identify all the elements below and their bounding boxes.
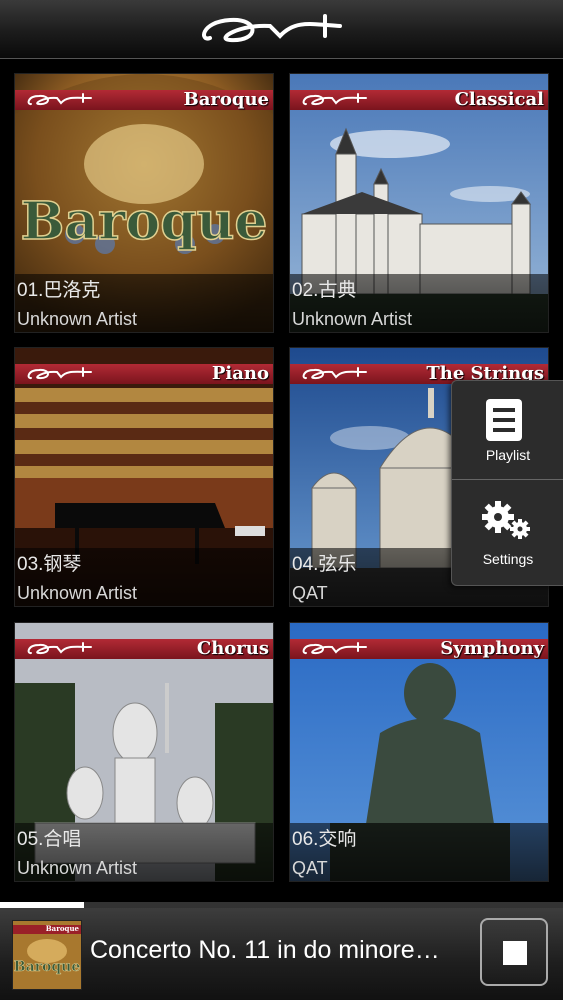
qat-logo-icon	[27, 367, 92, 380]
playlist-icon	[486, 399, 522, 441]
stop-button[interactable]	[480, 918, 548, 986]
tile-caption: 06.交响 QAT	[290, 823, 548, 881]
playlist-button[interactable]: Playlist	[452, 381, 563, 481]
album-artist: Unknown Artist	[17, 309, 138, 329]
app-header	[0, 0, 563, 59]
album-title: 04.弦乐	[292, 554, 357, 575]
album-title: 06.交响	[292, 829, 357, 850]
tile-caption: 03.钢琴 Unknown Artist	[15, 548, 273, 606]
album-artist: Unknown Artist	[292, 309, 413, 329]
album-artist: QAT	[292, 858, 328, 878]
svg-text:Baroque: Baroque	[14, 959, 81, 975]
settings-button[interactable]: Settings	[452, 481, 563, 581]
album-tile-symphony[interactable]: Symphony 06.交响 QAT	[290, 623, 548, 881]
qat-logo-icon	[302, 642, 367, 655]
genre-label: Piano	[211, 363, 269, 384]
album-title: 03.钢琴	[17, 554, 82, 575]
playlist-label: Playlist	[485, 447, 531, 463]
genre-banner: Symphony	[290, 638, 548, 659]
svg-text:Baroque: Baroque	[21, 191, 268, 252]
genre-banner: Chorus	[15, 638, 273, 659]
qat-logo-icon	[27, 642, 92, 655]
album-title: 01.巴洛克	[17, 280, 101, 301]
tile-caption: 05.合唱 Unknown Artist	[15, 823, 273, 881]
now-playing-artwork: Baroque Baroque	[12, 920, 82, 990]
stop-icon	[503, 941, 527, 965]
album-tile-piano[interactable]: Piano 03.钢琴 Unknown Artist	[15, 348, 273, 606]
album-artist: Unknown Artist	[17, 583, 138, 603]
genre-label: Baroque	[183, 89, 270, 110]
genre-label: Classical	[454, 89, 544, 110]
album-title: 02.古典	[292, 280, 357, 301]
settings-label: Settings	[482, 551, 534, 567]
thumb-genre-label: Baroque	[45, 924, 79, 933]
genre-label: Chorus	[196, 638, 269, 659]
tile-caption: 01.巴洛克 Unknown Artist	[15, 274, 273, 332]
menu-divider	[452, 479, 563, 480]
album-artist: Unknown Artist	[17, 858, 138, 878]
tile-caption: 02.古典 Unknown Artist	[290, 274, 548, 332]
genre-banner: Baroque	[15, 89, 273, 110]
album-tile-baroque[interactable]: Baroque Baroque 01.巴洛克 Unknown Artist	[15, 74, 273, 332]
genre-banner: Classical	[290, 89, 548, 110]
qat-logo-icon	[302, 367, 367, 380]
album-tile-chorus[interactable]: Chorus 05.合唱 Unknown Artist	[15, 623, 273, 881]
now-playing-title: Concerto No. 11 in do minore…	[90, 936, 440, 964]
album-title: 05.合唱	[17, 829, 82, 850]
qat-logo-icon	[202, 14, 342, 43]
gear-icon	[482, 501, 530, 539]
album-tile-classical[interactable]: Classical 02.古典 Unknown Artist	[290, 74, 548, 332]
genre-banner: Piano	[15, 363, 273, 384]
qat-logo-icon	[302, 93, 367, 106]
now-playing-bar[interactable]: Baroque Baroque Concerto No. 11 in do mi…	[0, 908, 563, 1000]
genre-label: Symphony	[440, 638, 544, 659]
album-artist: QAT	[292, 583, 328, 603]
floating-menu: Playlist Settings	[451, 380, 563, 586]
qat-logo-icon	[27, 93, 92, 106]
